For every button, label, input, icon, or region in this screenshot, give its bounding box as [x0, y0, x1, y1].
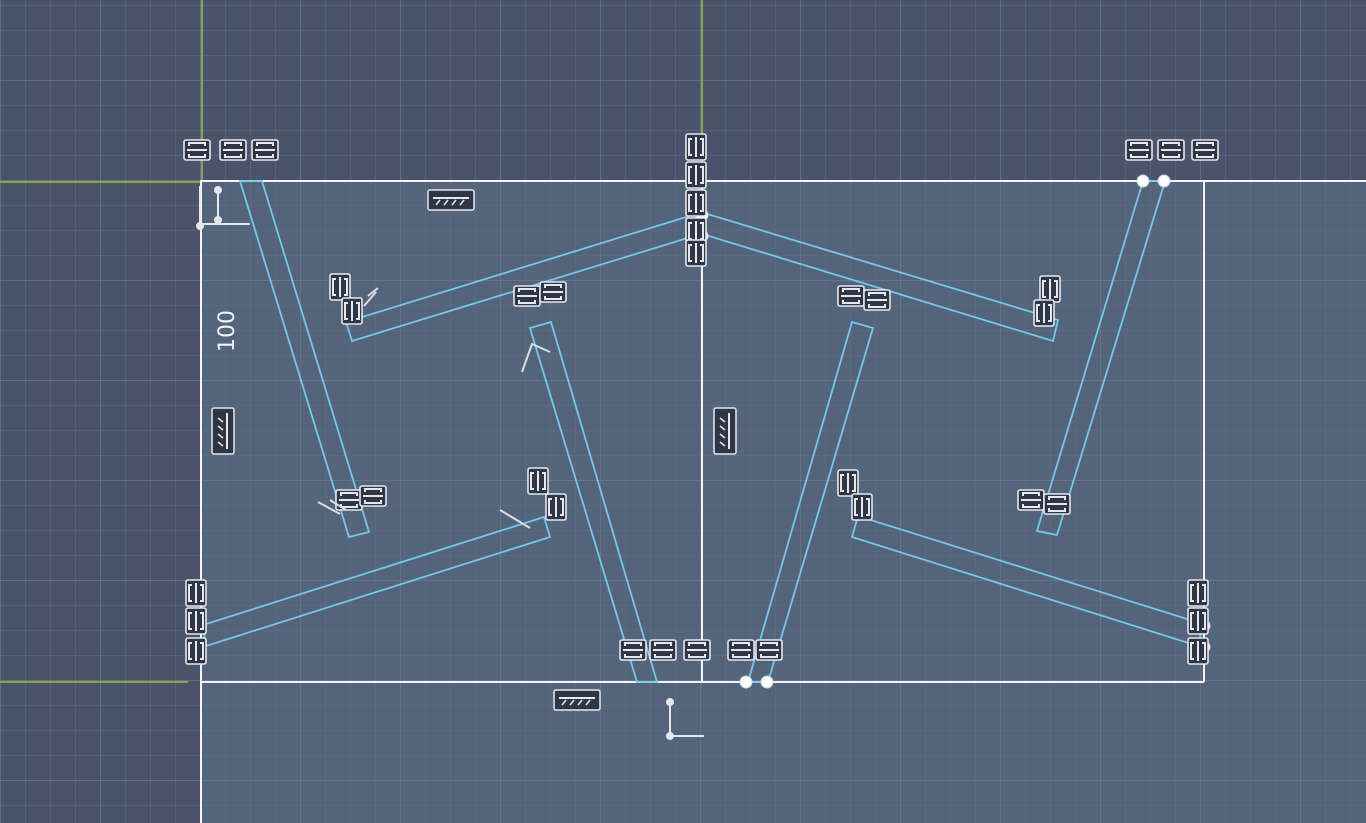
- coincident-constraint-icon: [1033, 299, 1055, 327]
- coincident-constraint-icon: [1187, 637, 1209, 665]
- coincident-constraint-icon: [1125, 139, 1153, 161]
- coincident-constraint-icon: [1017, 489, 1045, 511]
- coincident-constraint-icon: [183, 139, 211, 161]
- coincident-constraint-icon: [1187, 607, 1209, 635]
- coincident-constraint-icon: [619, 639, 647, 661]
- coincident-constraint-icon: [219, 139, 247, 161]
- coincident-constraint-icon: [837, 285, 865, 307]
- sketch-point: [739, 675, 753, 689]
- coincident-constraint-icon: [685, 133, 707, 161]
- coincident-constraint-icon: [685, 161, 707, 189]
- coincident-constraint-icon: [755, 639, 783, 661]
- coincident-constraint-icon: [527, 467, 549, 495]
- coincident-constraint-icon: [359, 485, 387, 507]
- coincident-constraint-icon: [727, 639, 755, 661]
- coincident-constraint-icon: [185, 637, 207, 665]
- coincident-constraint-icon: [251, 139, 279, 161]
- coincident-constraint-icon: [851, 493, 873, 521]
- horizontal-constraint-icon: [427, 189, 475, 211]
- coincident-constraint-icon: [1187, 579, 1209, 607]
- coincident-constraint-icon: [1039, 275, 1061, 303]
- coincident-constraint-icon: [649, 639, 677, 661]
- sketch-point: [760, 675, 774, 689]
- coincident-constraint-icon: [1191, 139, 1219, 161]
- coincident-constraint-icon: [513, 285, 541, 307]
- coincident-constraint-icon: [185, 579, 207, 607]
- coincident-constraint-icon: [683, 639, 711, 661]
- coincident-constraint-icon: [329, 273, 351, 301]
- coincident-constraint-icon: [1043, 493, 1071, 515]
- coincident-constraint-icon: [685, 239, 707, 267]
- vertical-constraint-icon: [713, 407, 737, 455]
- grid: [0, 0, 1366, 823]
- coincident-constraint-icon: [837, 469, 859, 497]
- coincident-constraint-icon: [685, 189, 707, 217]
- sketch-canvas[interactable]: 100: [0, 0, 1366, 823]
- coincident-constraint-icon: [1157, 139, 1185, 161]
- sketch-point: [1136, 174, 1150, 188]
- coincident-constraint-icon: [185, 607, 207, 635]
- dimension-label[interactable]: 100: [215, 310, 240, 352]
- sketch-point: [1157, 174, 1171, 188]
- horizontal-constraint-icon: [553, 689, 601, 711]
- vertical-constraint-icon: [211, 407, 235, 455]
- coincident-constraint-icon: [539, 281, 567, 303]
- coincident-constraint-icon: [341, 297, 363, 325]
- coincident-constraint-icon: [863, 289, 891, 311]
- coincident-constraint-icon: [545, 493, 567, 521]
